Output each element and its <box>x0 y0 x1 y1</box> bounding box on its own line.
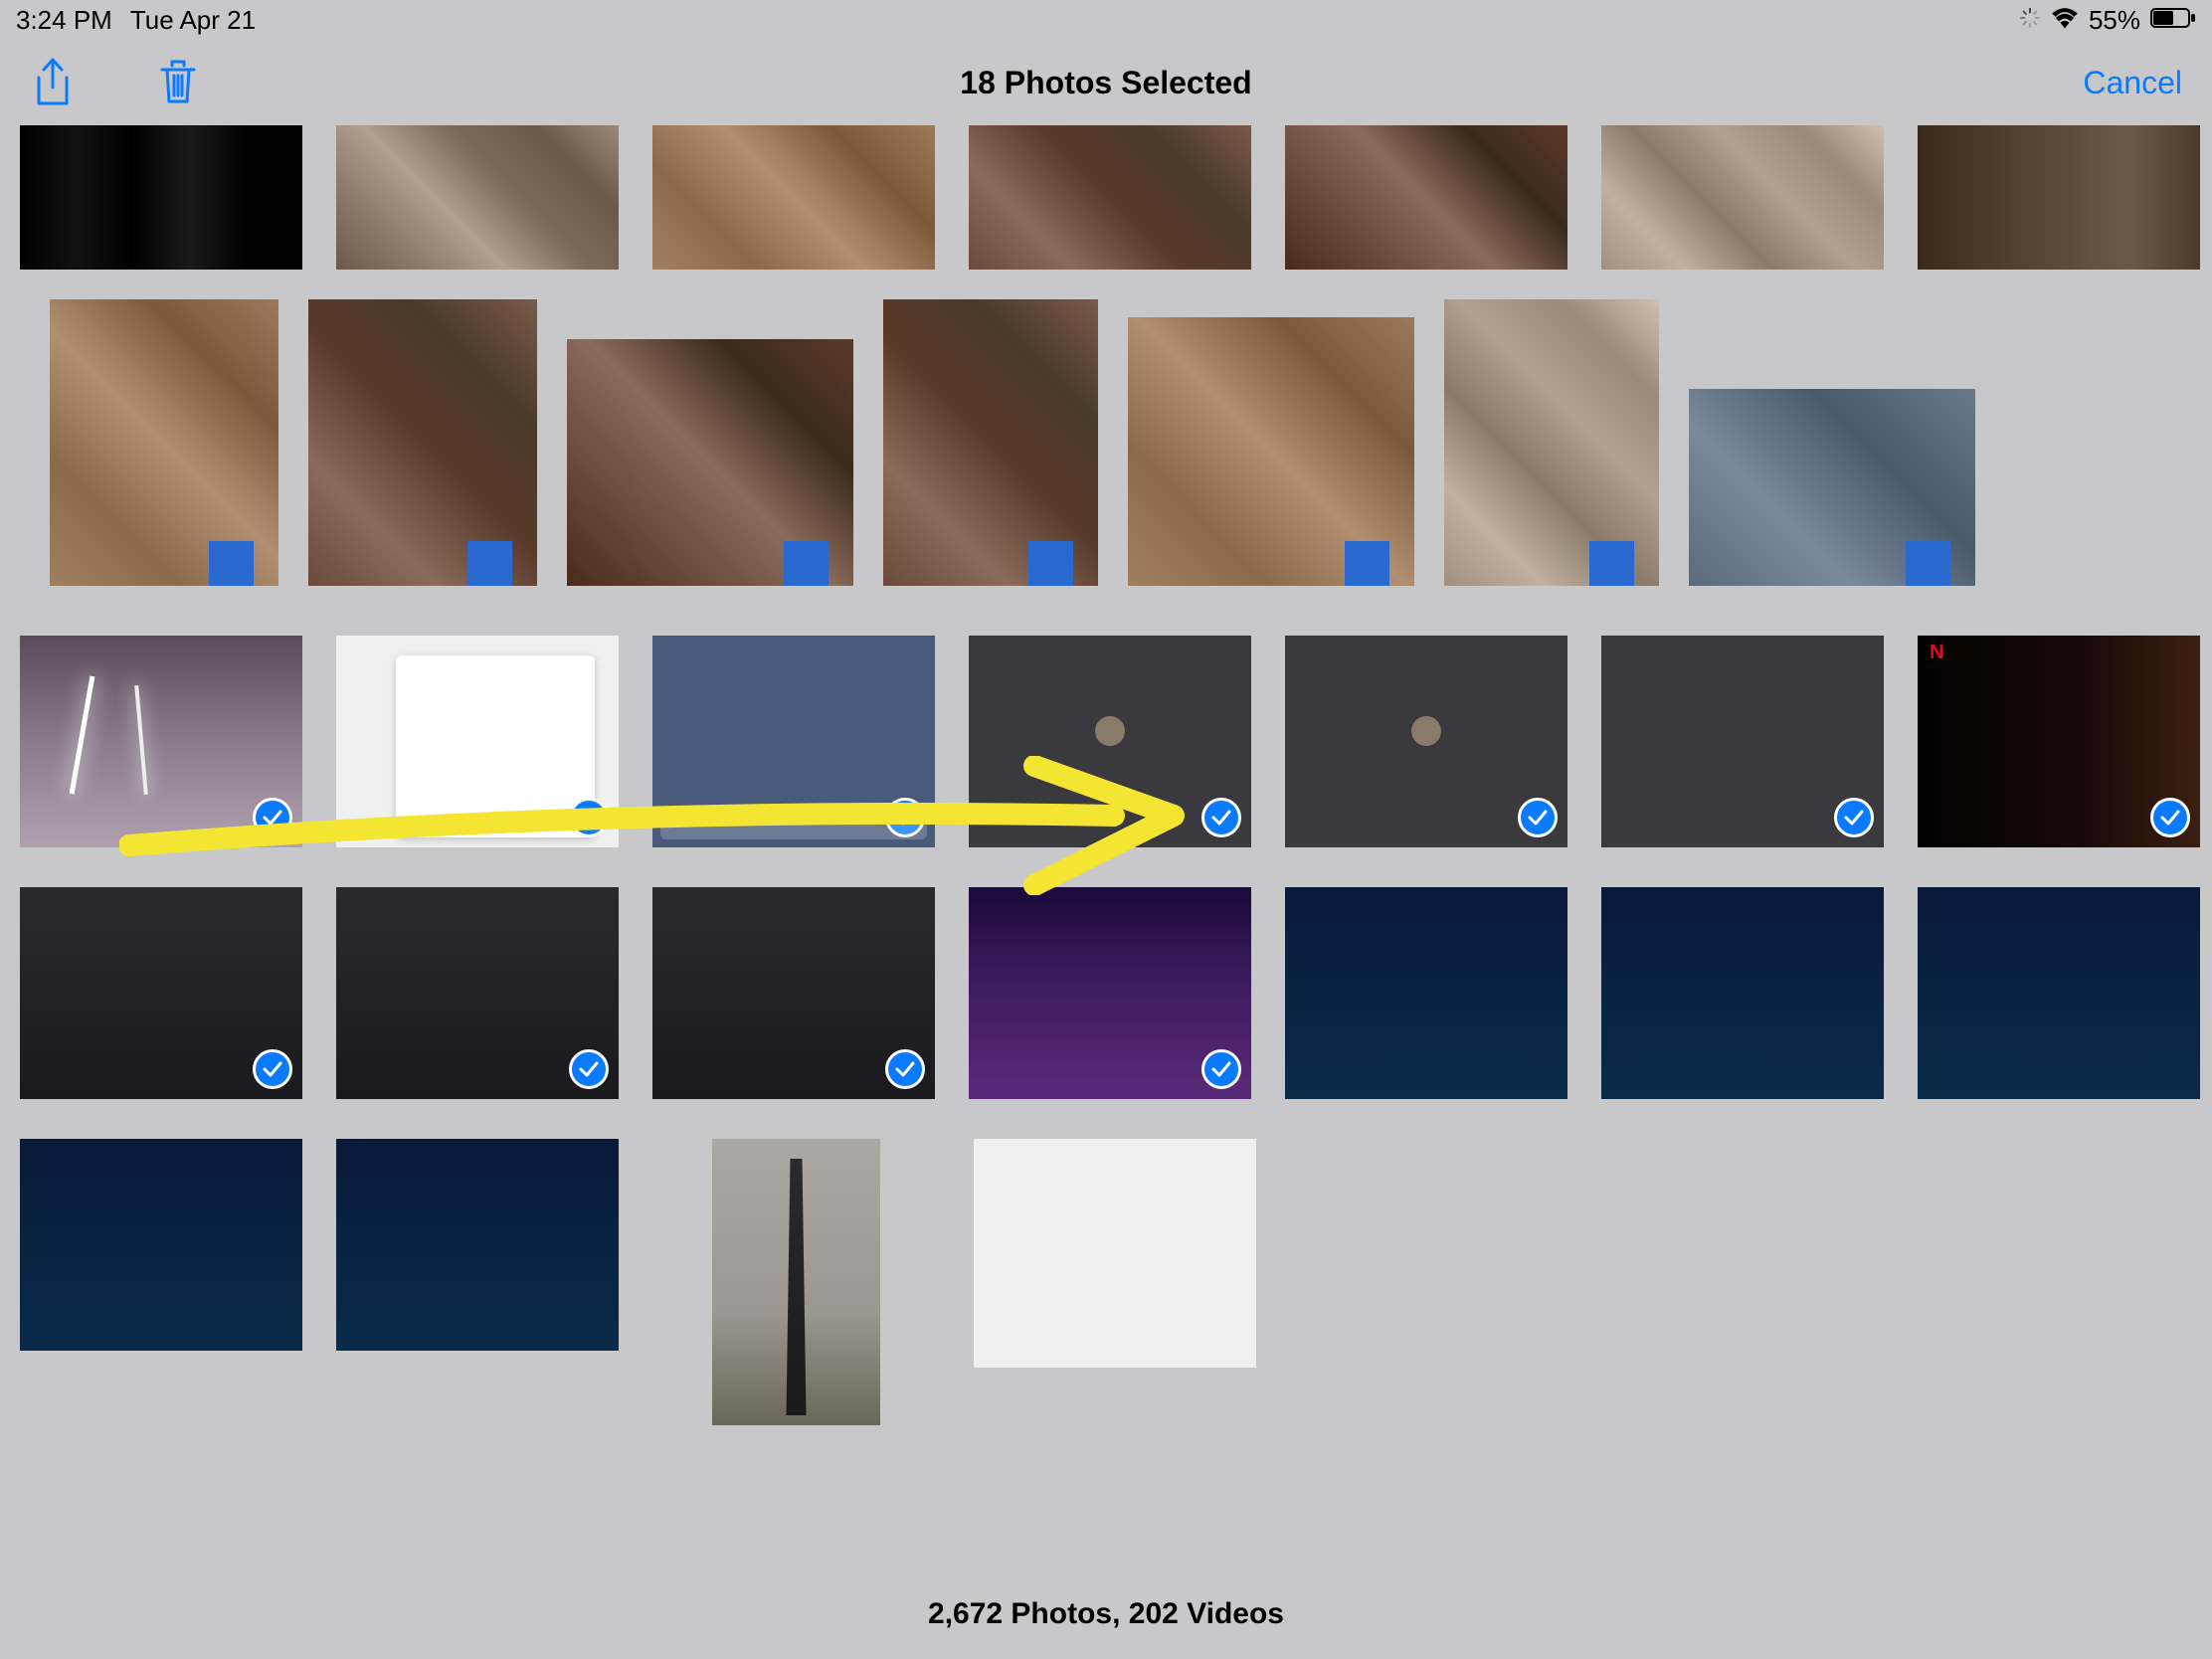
status-bar: 3:24 PM Tue Apr 21 55% <box>0 0 2212 40</box>
photo-thumbnail[interactable] <box>336 887 619 1099</box>
photo-thumbnail[interactable] <box>1918 887 2200 1099</box>
photo-thumbnail[interactable] <box>1918 125 2200 270</box>
share-button[interactable] <box>30 60 76 105</box>
selected-check-icon <box>253 798 292 837</box>
photo-thumbnail[interactable] <box>336 1139 619 1351</box>
photo-thumbnail[interactable] <box>1918 636 2200 847</box>
battery-icon <box>2150 5 2196 36</box>
photo-thumbnail[interactable] <box>20 887 302 1099</box>
photo-thumbnail[interactable] <box>20 636 302 847</box>
grid-row <box>20 125 2192 270</box>
selected-check-icon <box>885 1049 925 1089</box>
selected-check-icon <box>2150 798 2190 837</box>
photo-thumbnail[interactable] <box>969 887 1251 1099</box>
photo-thumbnail[interactable] <box>974 1139 1256 1368</box>
photo-thumbnail[interactable] <box>567 339 853 586</box>
photo-grid[interactable] <box>0 125 2212 1425</box>
trash-button[interactable] <box>155 60 201 105</box>
photo-thumbnail[interactable] <box>50 299 278 586</box>
photo-thumbnail[interactable] <box>336 125 619 270</box>
wifi-icon <box>2051 5 2079 36</box>
status-time: 3:24 PM <box>16 5 112 36</box>
photo-thumbnail[interactable] <box>652 887 935 1099</box>
grid-row <box>20 887 2192 1099</box>
library-summary: 2,672 Photos, 202 Videos <box>0 1597 2212 1631</box>
nav-bar: 18 Photos Selected Cancel <box>0 40 2212 125</box>
selected-check-icon <box>1518 798 1558 837</box>
photo-thumbnail[interactable] <box>969 125 1251 270</box>
photo-thumbnail[interactable] <box>1444 299 1659 586</box>
photo-thumbnail[interactable] <box>1601 636 1884 847</box>
selected-check-icon <box>1201 798 1241 837</box>
cancel-button[interactable]: Cancel <box>2083 65 2182 100</box>
photo-thumbnail[interactable] <box>336 636 619 847</box>
photo-thumbnail[interactable] <box>20 1139 302 1351</box>
loading-icon <box>2019 5 2041 36</box>
photo-thumbnail[interactable] <box>1285 125 1567 270</box>
photo-thumbnail[interactable] <box>652 636 935 847</box>
photo-thumbnail[interactable] <box>883 299 1098 586</box>
status-date: Tue Apr 21 <box>130 5 256 36</box>
selected-check-icon <box>1201 1049 1241 1089</box>
status-left: 3:24 PM Tue Apr 21 <box>16 5 256 36</box>
photo-thumbnail[interactable] <box>308 299 537 586</box>
grid-row <box>20 636 2192 847</box>
battery-pct: 55% <box>2089 5 2140 36</box>
selected-check-icon <box>1834 798 1874 837</box>
nav-right: Cancel <box>2083 65 2182 101</box>
photo-thumbnail[interactable] <box>1689 389 1975 586</box>
nav-left <box>30 60 201 105</box>
selected-check-icon <box>569 798 609 837</box>
page-title: 18 Photos Selected <box>960 65 1251 101</box>
photo-thumbnail[interactable] <box>1128 317 1414 586</box>
status-right: 55% <box>2019 5 2196 36</box>
photo-thumbnail[interactable] <box>1285 887 1567 1099</box>
photo-thumbnail[interactable] <box>20 125 302 270</box>
photo-thumbnail[interactable] <box>969 636 1251 847</box>
photo-thumbnail[interactable] <box>652 125 935 270</box>
selected-check-icon <box>569 1049 609 1089</box>
selected-check-icon <box>885 798 925 837</box>
photo-thumbnail[interactable] <box>1285 636 1567 847</box>
photo-thumbnail[interactable] <box>712 1139 880 1425</box>
selected-check-icon <box>253 1049 292 1089</box>
grid-row <box>20 1139 2192 1425</box>
grid-row <box>20 299 2192 586</box>
photo-thumbnail[interactable] <box>1601 125 1884 270</box>
photo-thumbnail[interactable] <box>1601 887 1884 1099</box>
